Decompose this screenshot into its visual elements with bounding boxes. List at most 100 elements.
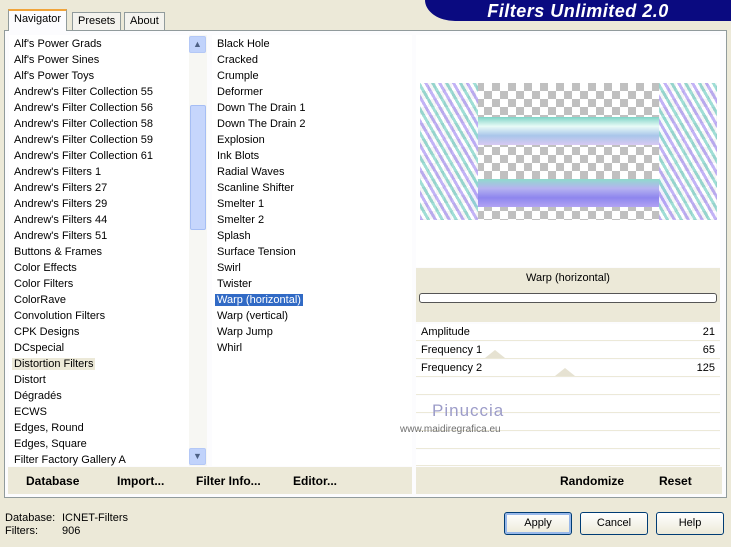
editor-button[interactable]: Editor...	[293, 474, 337, 488]
category-list[interactable]: Alf's Power Grads Alf's Power Sines Alf's …	[9, 35, 189, 466]
list-item-label: Twister	[217, 278, 252, 290]
import-button[interactable]: Import...	[117, 474, 164, 488]
list-item[interactable]: Surface Tension	[212, 244, 298, 260]
apply-button[interactable]: Apply	[504, 512, 572, 535]
list-item[interactable]: Color Filters	[9, 276, 75, 292]
list-item[interactable]: Buttons & Frames	[9, 244, 104, 260]
list-item[interactable]: Smelter 1	[212, 196, 266, 212]
list-item[interactable]: Radial Waves	[212, 164, 286, 180]
list-item-label: Andrew's Filters 44	[14, 214, 108, 226]
progress-bar	[419, 293, 717, 303]
scroll-thumb[interactable]	[190, 105, 206, 230]
list-item[interactable]: Dégradés	[9, 388, 64, 404]
list-item[interactable]: Warp (vertical)	[212, 308, 290, 324]
list-item[interactable]: Distort	[9, 372, 48, 388]
list-item-label: Alf's Power Grads	[14, 38, 102, 50]
scroll-up-icon[interactable]: ▲	[189, 36, 206, 53]
param-amplitude[interactable]: Amplitude 21	[416, 324, 720, 341]
database-label: Database:	[5, 512, 56, 524]
list-item-label: Whirl	[217, 342, 243, 354]
list-item[interactable]: Andrew's Filters 44	[9, 212, 109, 228]
param-frequency-2[interactable]: Frequency 2 125	[416, 360, 720, 377]
param-label: Amplitude	[421, 326, 470, 338]
list-item[interactable]: Smelter 2	[212, 212, 266, 228]
scroll-down-icon[interactable]: ▼	[189, 448, 206, 465]
list-item-label: Filter Factory Gallery A	[14, 454, 126, 466]
list-item[interactable]: Down The Drain 2	[212, 116, 307, 132]
list-item[interactable]: Andrew's Filters 29	[9, 196, 109, 212]
tab-about[interactable]: About	[124, 12, 165, 31]
filter-info-button[interactable]: Filter Info...	[196, 474, 261, 488]
list-item[interactable]: Andrew's Filter Collection 55	[9, 84, 155, 100]
param-value: 65	[702, 344, 715, 356]
list-item[interactable]: Edges, Square	[9, 436, 89, 452]
list-item[interactable]: Twister	[212, 276, 254, 292]
list-item[interactable]: Edges, Round	[9, 420, 86, 436]
list-item[interactable]: Black Hole	[212, 36, 272, 52]
list-item[interactable]: Crumple	[212, 68, 261, 84]
list-item-label: ECWS	[14, 406, 47, 418]
list-item[interactable]: Filter Factory Gallery A	[9, 452, 128, 466]
list-item-label: Distortion Filters	[12, 358, 96, 370]
list-item[interactable]: DCspecial	[9, 340, 66, 356]
randomize-button[interactable]: Randomize	[560, 474, 624, 488]
param-label: Frequency 2	[421, 362, 483, 374]
list-item-label: Edges, Square	[14, 438, 87, 450]
list-item[interactable]: Color Effects	[9, 260, 79, 276]
empty-param-row	[416, 450, 720, 466]
list-item-label: Cracked	[217, 54, 258, 66]
list-item-label: Swirl	[217, 262, 241, 274]
filter-toolbar: Randomize Reset	[416, 467, 722, 494]
list-item[interactable]: Andrew's Filter Collection 59	[9, 132, 155, 148]
list-item-label: Explosion	[217, 134, 265, 146]
list-item[interactable]: CPK Designs	[9, 324, 81, 340]
list-item[interactable]: Whirl	[212, 340, 244, 356]
list-item-label: Buttons & Frames	[14, 246, 103, 258]
list-item[interactable]: Alf's Power Grads	[9, 36, 104, 52]
slider-thumb[interactable]	[485, 350, 505, 358]
list-item[interactable]: Explosion	[212, 132, 267, 148]
list-item[interactable]: Andrew's Filters 51	[9, 228, 109, 244]
watermark-url: www.maidiregrafica.eu	[400, 424, 501, 435]
category-scrollbar[interactable]: ▲ ▼	[189, 35, 207, 466]
list-item[interactable]: Andrew's Filters 1	[9, 164, 103, 180]
list-item[interactable]: Alf's Power Sines	[9, 52, 101, 68]
list-item-label: CPK Designs	[14, 326, 80, 338]
list-item[interactable]: Splash	[212, 228, 253, 244]
list-item[interactable]: Warp Jump	[212, 324, 275, 340]
list-item[interactable]: ECWS	[9, 404, 49, 420]
list-item[interactable]: Swirl	[212, 260, 243, 276]
tab-navigator[interactable]: Navigator	[8, 9, 68, 31]
list-item[interactable]: Warp (horizontal)	[212, 292, 303, 308]
list-item[interactable]: ColorRave	[9, 292, 68, 308]
list-item-label: Down The Drain 2	[217, 118, 306, 130]
filter-list[interactable]: Black Hole Cracked Crumple Deformer Down The…	[212, 35, 412, 466]
list-item[interactable]: Cracked	[212, 52, 260, 68]
filter-title: Warp (horizontal)	[526, 272, 610, 284]
list-item-label: Deformer	[217, 86, 263, 98]
list-item[interactable]: Scanline Shifter	[212, 180, 296, 196]
list-item-label: Convolution Filters	[14, 310, 106, 322]
filters-count-label: Filters:	[5, 525, 38, 537]
reset-button[interactable]: Reset	[659, 474, 692, 488]
list-item-label: Andrew's Filter Collection 55	[14, 86, 154, 98]
list-item[interactable]: Convolution Filters	[9, 308, 107, 324]
list-item[interactable]: Ink Blots	[212, 148, 261, 164]
list-item-label: Scanline Shifter	[217, 182, 295, 194]
param-frequency-1[interactable]: Frequency 1 65	[416, 342, 720, 359]
list-item[interactable]: Down The Drain 1	[212, 100, 307, 116]
list-item[interactable]: Andrew's Filter Collection 56	[9, 100, 155, 116]
database-button[interactable]: Database	[26, 474, 79, 488]
list-item[interactable]: Andrew's Filters 27	[9, 180, 109, 196]
list-item-label: Warp (horizontal)	[215, 294, 303, 306]
help-button[interactable]: Help	[656, 512, 724, 535]
list-item-label: Surface Tension	[217, 246, 296, 258]
list-item[interactable]: Alf's Power Toys	[9, 68, 96, 84]
cancel-button[interactable]: Cancel	[580, 512, 648, 535]
slider-thumb[interactable]	[555, 368, 575, 376]
list-item[interactable]: Deformer	[212, 84, 265, 100]
list-item[interactable]: Distortion Filters	[9, 356, 96, 372]
list-item[interactable]: Andrew's Filter Collection 61	[9, 148, 155, 164]
list-item[interactable]: Andrew's Filter Collection 58	[9, 116, 155, 132]
tab-presets[interactable]: Presets	[72, 12, 122, 31]
